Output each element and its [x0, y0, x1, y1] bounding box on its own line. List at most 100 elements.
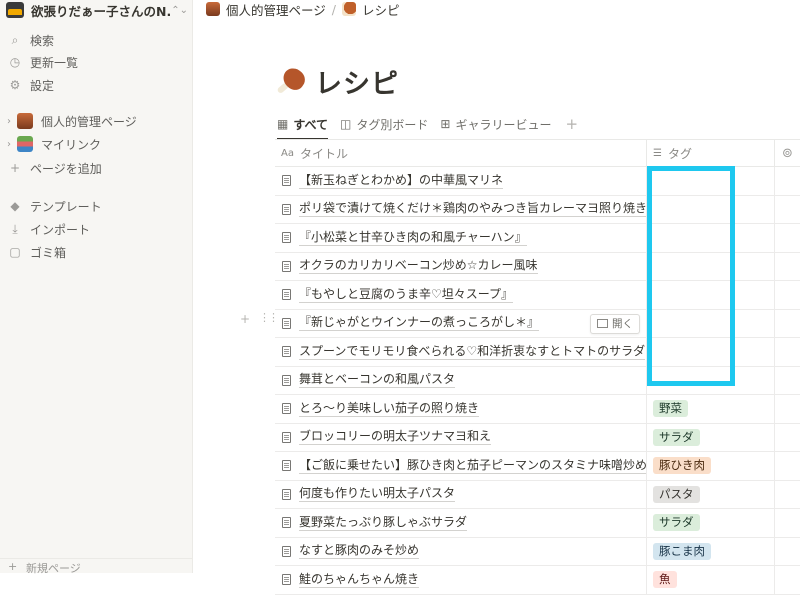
column-title[interactable]: Aa タイトル	[275, 140, 647, 166]
table-row[interactable]: 『新じゃがとウインナーの煮っころがし＊』 開く	[275, 309, 800, 338]
new-page-button[interactable]: + 新規ページ	[0, 558, 193, 575]
row-title[interactable]: 『もやしと豆腐のうま辛♡坦々スープ』	[299, 287, 514, 303]
add-view-button[interactable]: +	[565, 115, 578, 133]
row-title[interactable]: 【ご飯に乗せたい】豚ひき肉と茄子ピーマンのスタミナ味噌炒め	[299, 458, 646, 474]
row-title[interactable]: ポリ袋で漬けて焼くだけ＊鶏肉のやみつき旨カレーマヨ照り焼き＊	[299, 201, 646, 218]
title-cell[interactable]: スプーンでモリモリ食べられる♡和洋折衷なすとトマトのサラダ	[275, 338, 647, 366]
table-row[interactable]: 『もやしと豆腐のうま辛♡坦々スープ』	[275, 281, 800, 310]
empty-cell[interactable]	[775, 196, 800, 224]
table-row[interactable]: 【ご飯に乗せたい】豚ひき肉と茄子ピーマンのスタミナ味噌炒め 豚ひき肉	[275, 452, 800, 481]
row-title[interactable]: 何度も作りたい明太子パスタ	[299, 486, 456, 503]
tag-cell[interactable]	[647, 338, 775, 366]
drumstick-icon[interactable]	[275, 63, 309, 97]
empty-cell[interactable]	[775, 338, 800, 366]
tag-cell[interactable]	[647, 281, 775, 309]
tag-cell[interactable]: 豚ひき肉	[647, 452, 775, 480]
table-row[interactable]: とろ〜り美味しい茄子の照り焼き 野菜	[275, 395, 800, 424]
tag-cell[interactable]	[647, 167, 775, 195]
title-cell[interactable]: 夏野菜たっぷり豚しゃぶサラダ	[275, 509, 647, 537]
title-cell[interactable]: ブロッコリーの明太子ツナマヨ和え	[275, 423, 647, 451]
tag-cell[interactable]: サラダ	[647, 509, 775, 537]
add-row-icon[interactable]: +	[240, 312, 250, 326]
table-row[interactable]: 舞茸とベーコンの和風パスタ	[275, 366, 800, 395]
table-row[interactable]: スプーンでモリモリ食べられる♡和洋折衷なすとトマトのサラダ	[275, 338, 800, 367]
table-row[interactable]: 何度も作りたい明太子パスタ パスタ	[275, 480, 800, 509]
empty-cell[interactable]	[775, 310, 800, 338]
empty-cell[interactable]	[775, 367, 800, 395]
table-row[interactable]: オクラのカリカリベーコン炒め☆カレー風味	[275, 252, 800, 281]
chevron-right-icon[interactable]: ›	[4, 139, 14, 150]
row-title[interactable]: ブロッコリーの明太子ツナマヨ和え	[299, 429, 492, 446]
chevron-right-icon[interactable]: ›	[4, 116, 14, 127]
empty-cell[interactable]	[775, 281, 800, 309]
title-cell[interactable]: とろ〜り美味しい茄子の照り焼き	[275, 395, 647, 423]
open-button[interactable]: 開く	[590, 313, 640, 334]
sidebar-import[interactable]: ⤓ インポート	[0, 218, 193, 240]
table-row[interactable]: ポリ袋で漬けて焼くだけ＊鶏肉のやみつき旨カレーマヨ照り焼き＊	[275, 195, 800, 224]
title-cell[interactable]: オクラのカリカリベーコン炒め☆カレー風味	[275, 252, 647, 280]
empty-cell[interactable]	[775, 167, 800, 195]
sidebar-item-mylink[interactable]: › マイリンク	[0, 133, 193, 155]
table-row[interactable]: 『小松菜と甘辛ひき肉の和風チャーハン』	[275, 224, 800, 253]
title-cell[interactable]: ポリ袋で漬けて焼くだけ＊鶏肉のやみつき旨カレーマヨ照り焼き＊	[275, 195, 647, 223]
sidebar-settings[interactable]: ⚙ 設定	[0, 74, 193, 96]
breadcrumb-parent[interactable]: 個人的管理ページ	[226, 0, 326, 19]
tag-cell[interactable]: 野菜	[647, 395, 775, 423]
empty-cell[interactable]	[775, 253, 800, 281]
title-cell[interactable]: 鮭のちゃんちゃん焼き	[275, 566, 647, 594]
tag-cell[interactable]: パスタ	[647, 480, 775, 508]
empty-cell[interactable]	[775, 481, 800, 509]
tab-board[interactable]: ◫ タグ別ボード	[340, 110, 428, 138]
tab-gallery[interactable]: ⊞ ギャラリービュー	[440, 110, 551, 138]
row-title[interactable]: とろ〜り美味しい茄子の照り焼き	[299, 401, 480, 417]
empty-cell[interactable]	[775, 509, 800, 537]
table-row[interactable]: ブロッコリーの明太子ツナマヨ和え サラダ	[275, 423, 800, 452]
column-tag[interactable]: ☰ タグ	[647, 140, 775, 166]
row-title[interactable]: 『小松菜と甘辛ひき肉の和風チャーハン』	[299, 230, 527, 246]
sidebar-search[interactable]: ⌕ 検索	[0, 29, 193, 51]
sidebar-item-personal[interactable]: › 個人的管理ページ	[0, 110, 193, 132]
title-cell[interactable]: 『新じゃがとウインナーの煮っころがし＊』 開く	[275, 309, 647, 337]
tag-cell[interactable]	[647, 309, 775, 337]
sidebar-updates[interactable]: ◷ 更新一覧	[0, 51, 193, 73]
empty-cell[interactable]	[775, 424, 800, 452]
title-cell[interactable]: 何度も作りたい明太子パスタ	[275, 480, 647, 508]
table-row[interactable]: 【新玉ねぎとわかめ】の中華風マリネ	[275, 167, 800, 196]
table-row[interactable]: 鮭のちゃんちゃん焼き 魚	[275, 566, 800, 595]
row-title[interactable]: 鮭のちゃんちゃん焼き	[299, 572, 420, 588]
title-cell[interactable]: 【新玉ねぎとわかめ】の中華風マリネ	[275, 167, 647, 195]
title-cell[interactable]: 舞茸とベーコンの和風パスタ	[275, 366, 647, 394]
workspace-switcher[interactable]: 欲張りだぁー子さんのN... ⌃⌄	[6, 1, 188, 19]
title-cell[interactable]: 【ご飯に乗せたい】豚ひき肉と茄子ピーマンのスタミナ味噌炒め	[275, 452, 647, 480]
row-title[interactable]: なすと豚肉のみそ炒め	[299, 543, 420, 560]
title-cell[interactable]: 『小松菜と甘辛ひき肉の和風チャーハン』	[275, 224, 647, 252]
empty-cell[interactable]	[775, 395, 800, 423]
row-title[interactable]: 『新じゃがとウインナーの煮っころがし＊』	[299, 315, 540, 332]
add-page-button[interactable]: + ページを追加	[0, 157, 193, 179]
row-title[interactable]: 【新玉ねぎとわかめ】の中華風マリネ	[299, 173, 504, 189]
empty-cell[interactable]	[775, 224, 800, 252]
tag-cell[interactable]: 豚こま肉	[647, 537, 775, 565]
table-row[interactable]: なすと豚肉のみそ炒め 豚こま肉	[275, 537, 800, 566]
row-title[interactable]: オクラのカリカリベーコン炒め☆カレー風味	[299, 258, 538, 275]
tag-cell[interactable]: 魚	[647, 566, 775, 594]
tag-cell[interactable]	[647, 366, 775, 394]
sidebar-templates[interactable]: ◆ テンプレート	[0, 195, 193, 217]
tag-cell[interactable]	[647, 195, 775, 223]
row-title[interactable]: 夏野菜たっぷり豚しゃぶサラダ	[299, 515, 468, 531]
tag-cell[interactable]: サラダ	[647, 423, 775, 451]
add-property-button[interactable]: ⊚	[775, 140, 800, 166]
title-cell[interactable]: 『もやしと豆腐のうま辛♡坦々スープ』	[275, 281, 647, 309]
page-title-text[interactable]: レシピ	[315, 62, 399, 101]
tag-cell[interactable]	[647, 224, 775, 252]
breadcrumb-current[interactable]: レシピ	[362, 0, 400, 19]
tab-all[interactable]: ▦ すべて	[277, 110, 329, 140]
empty-cell[interactable]	[775, 566, 800, 594]
empty-cell[interactable]	[775, 452, 800, 480]
row-title[interactable]: スプーンでモリモリ食べられる♡和洋折衷なすとトマトのサラダ	[299, 344, 646, 360]
title-cell[interactable]: なすと豚肉のみそ炒め	[275, 537, 647, 565]
table-row[interactable]: 夏野菜たっぷり豚しゃぶサラダ サラダ	[275, 509, 800, 538]
row-title[interactable]: 舞茸とベーコンの和風パスタ	[299, 372, 456, 389]
sidebar-trash[interactable]: ▢ ゴミ箱	[0, 241, 193, 263]
tag-cell[interactable]	[647, 252, 775, 280]
